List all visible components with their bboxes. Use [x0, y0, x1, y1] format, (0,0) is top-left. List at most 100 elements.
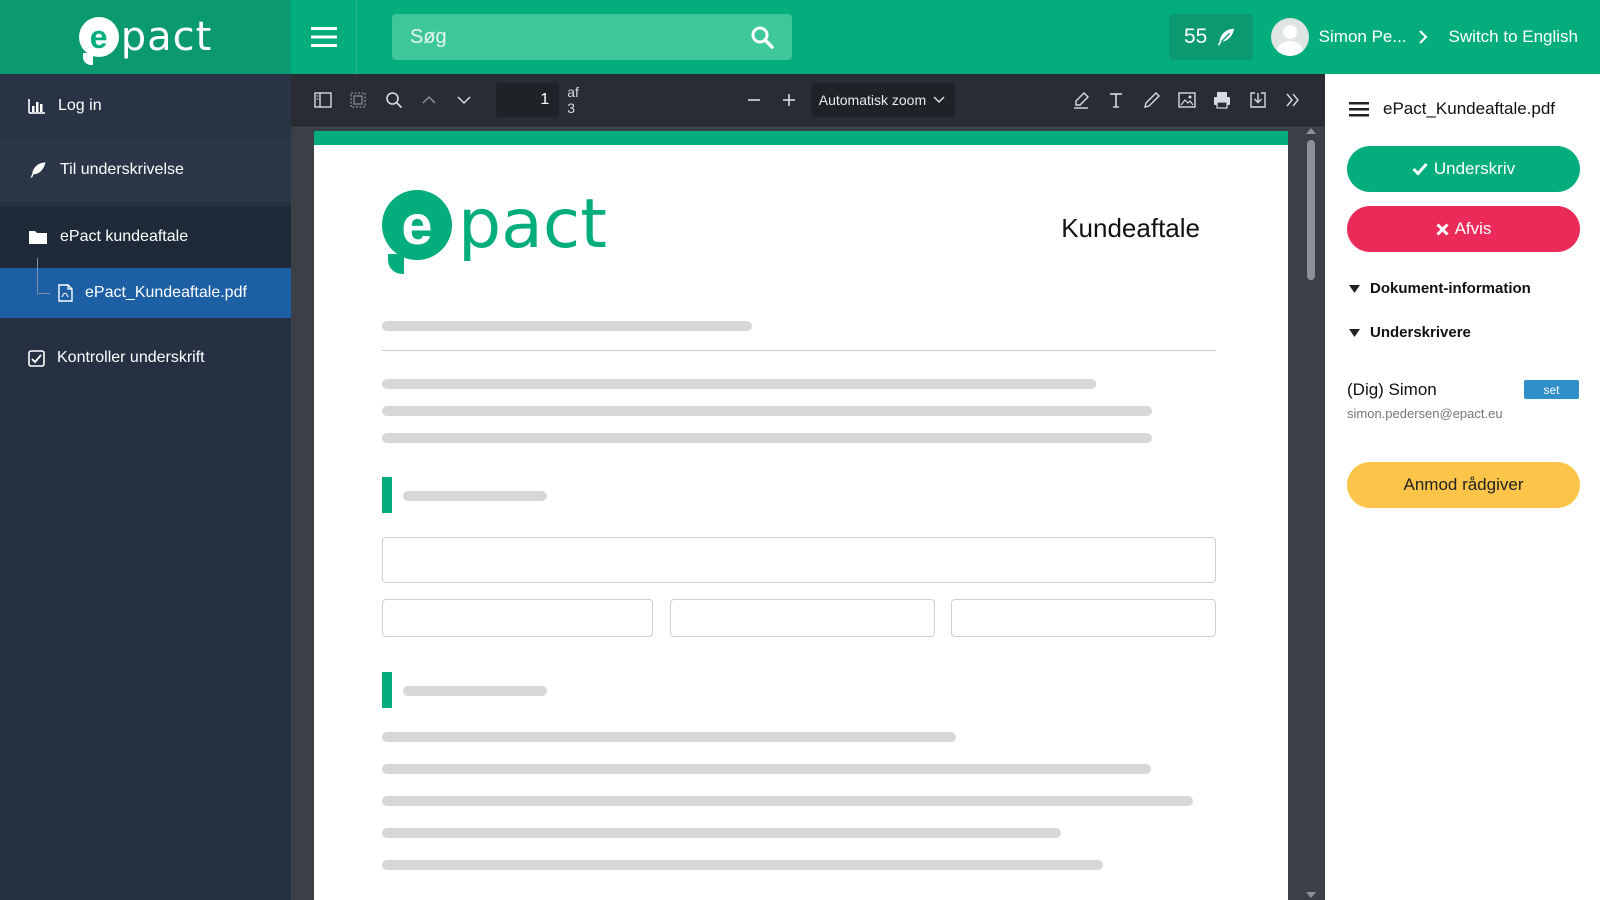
logo-area[interactable]: e pact: [0, 0, 291, 74]
sidebar-group-document: ePact kundeaftale ePact_Kundeaftale.pdf: [0, 206, 291, 318]
viewer-toolbar: 1 af 3 Automatisk zoom: [291, 74, 1325, 126]
document-logo-text: pact: [458, 185, 607, 264]
reject-button[interactable]: Afvis: [1347, 206, 1580, 252]
next-page-button[interactable]: [447, 84, 482, 116]
search-input[interactable]: Søg: [392, 14, 792, 60]
logo-text: pact: [120, 14, 213, 60]
epact-logo[interactable]: e pact: [78, 14, 213, 65]
sidebar-item-pdf-file[interactable]: ePact_Kundeaftale.pdf: [0, 258, 291, 318]
switch-language-link[interactable]: Switch to English: [1449, 27, 1578, 47]
section-heading-placeholder: [403, 686, 547, 696]
sidebar: Log in Til underskrivelse ePact kundeaft…: [0, 74, 291, 900]
feather-icon: [30, 162, 46, 178]
zoom-value: Automatisk zoom: [818, 91, 927, 108]
printer-icon: [1214, 91, 1231, 109]
previous-page-button[interactable]: [411, 84, 446, 116]
print-button[interactable]: [1205, 84, 1240, 116]
reject-button-label: Afvis: [1454, 219, 1492, 238]
sidebar-item-to-sign[interactable]: Til underskrivelse: [0, 138, 291, 202]
placeholder-line: [382, 321, 752, 331]
form-field[interactable]: [382, 537, 1216, 583]
panel-filename: ePact_Kundeaftale.pdf: [1383, 99, 1556, 118]
zoom-select[interactable]: Automatisk zoom: [810, 82, 955, 117]
user-name[interactable]: Simon Pe...: [1319, 27, 1407, 47]
toggle-sidebar-button[interactable]: [305, 84, 340, 116]
more-tools-button[interactable]: [1275, 84, 1310, 116]
panel-header: ePact_Kundeaftale.pdf: [1325, 74, 1600, 144]
zoom-out-button[interactable]: [736, 84, 771, 116]
find-button[interactable]: [376, 84, 411, 116]
document-title: Kundeaftale: [1061, 213, 1200, 243]
search-icon[interactable]: [750, 25, 774, 49]
placeholder-line: [382, 860, 1103, 870]
placeholder-line: [382, 732, 956, 742]
sidebar-item-label: ePact_Kundeaftale.pdf: [85, 284, 247, 301]
caret-down-icon: [1349, 328, 1360, 337]
signers-toggle[interactable]: Underskrivere: [1349, 324, 1471, 341]
form-field[interactable]: [951, 599, 1216, 637]
scroll-thumb[interactable]: [1307, 140, 1315, 280]
menu-toggle-button[interactable]: [291, 0, 357, 74]
checkmark-icon: [1412, 162, 1428, 176]
scroll-up-arrow-icon[interactable]: [1305, 126, 1317, 136]
pending-signatures-counter[interactable]: 55: [1168, 14, 1253, 60]
highlight-button[interactable]: [1063, 84, 1098, 116]
text-icon: [1110, 92, 1123, 108]
search-icon: [385, 91, 402, 108]
checkbox-icon: [28, 349, 45, 367]
minus-icon: [747, 98, 760, 101]
top-bar: e pact Søg 55 Simon Pe... Switch to Engl…: [0, 0, 1600, 74]
document-area: e pact Kundeaftale: [291, 126, 1325, 900]
hamburger-icon: [310, 27, 337, 47]
close-icon: [1436, 222, 1449, 236]
view-mode-button[interactable]: [340, 84, 375, 116]
pdf-file-icon: [58, 284, 73, 302]
request-advisor-button[interactable]: Anmod rådgiver: [1347, 462, 1580, 508]
document-info-toggle[interactable]: Dokument-information: [1349, 280, 1531, 297]
placeholder-line: [382, 796, 1193, 806]
counter-value: 55: [1183, 25, 1208, 48]
placeholder-line: [382, 379, 1096, 389]
user-menu[interactable]: Simon Pe...: [1270, 18, 1429, 56]
hamburger-icon[interactable]: [1349, 101, 1369, 117]
plus-icon: [783, 93, 796, 106]
search-placeholder: Søg: [410, 25, 447, 48]
sidebar-item-verify-signature[interactable]: Kontroller underskrift: [0, 334, 291, 382]
placeholder-line: [382, 828, 1061, 838]
chevron-right-icon: [1418, 30, 1427, 44]
download-button[interactable]: [1240, 84, 1275, 116]
chevron-up-icon: [422, 95, 436, 104]
draw-button[interactable]: [1134, 84, 1169, 116]
pencil-icon: [1143, 91, 1160, 108]
sign-button[interactable]: Underskriv: [1347, 146, 1580, 192]
text-tool-button[interactable]: [1098, 84, 1133, 116]
scroll-down-arrow-icon[interactable]: [1305, 890, 1317, 900]
image-icon: [1178, 91, 1196, 108]
signing-panel: ePact_Kundeaftale.pdf Underskriv Afvis D…: [1325, 74, 1600, 900]
request-advisor-label: Anmod rådgiver: [1403, 475, 1524, 494]
form-field[interactable]: [670, 599, 935, 637]
section-accent: [382, 477, 392, 513]
pdf-viewer: 1 af 3 Automatisk zoom e pact Kundeaftal…: [291, 74, 1325, 900]
logo-e: e: [78, 17, 119, 65]
form-field[interactable]: [382, 599, 653, 637]
sidebar-item-label: Til underskrivelse: [60, 161, 184, 178]
sign-button-label: Underskriv: [1433, 159, 1516, 178]
placeholder-line: [382, 764, 1151, 774]
folder-icon: [29, 231, 47, 244]
download-icon: [1250, 91, 1266, 108]
sidebar-toggle-icon: [314, 91, 332, 108]
section-accent: [382, 672, 392, 708]
sidebar-item-login[interactable]: Log in: [0, 74, 291, 138]
placeholder-line: [382, 433, 1152, 443]
caret-down-icon: [1349, 284, 1360, 293]
bar-chart-icon: [28, 99, 45, 114]
add-image-button[interactable]: [1169, 84, 1204, 116]
zoom-in-button[interactable]: [771, 84, 806, 116]
page-number-input[interactable]: 1: [496, 82, 560, 117]
avatar[interactable]: [1270, 18, 1309, 56]
sidebar-item-label: Kontroller underskrift: [57, 349, 205, 366]
chevron-down-icon: [457, 95, 471, 104]
document-scrollbar[interactable]: [1305, 126, 1317, 900]
feather-icon: [1218, 28, 1235, 46]
